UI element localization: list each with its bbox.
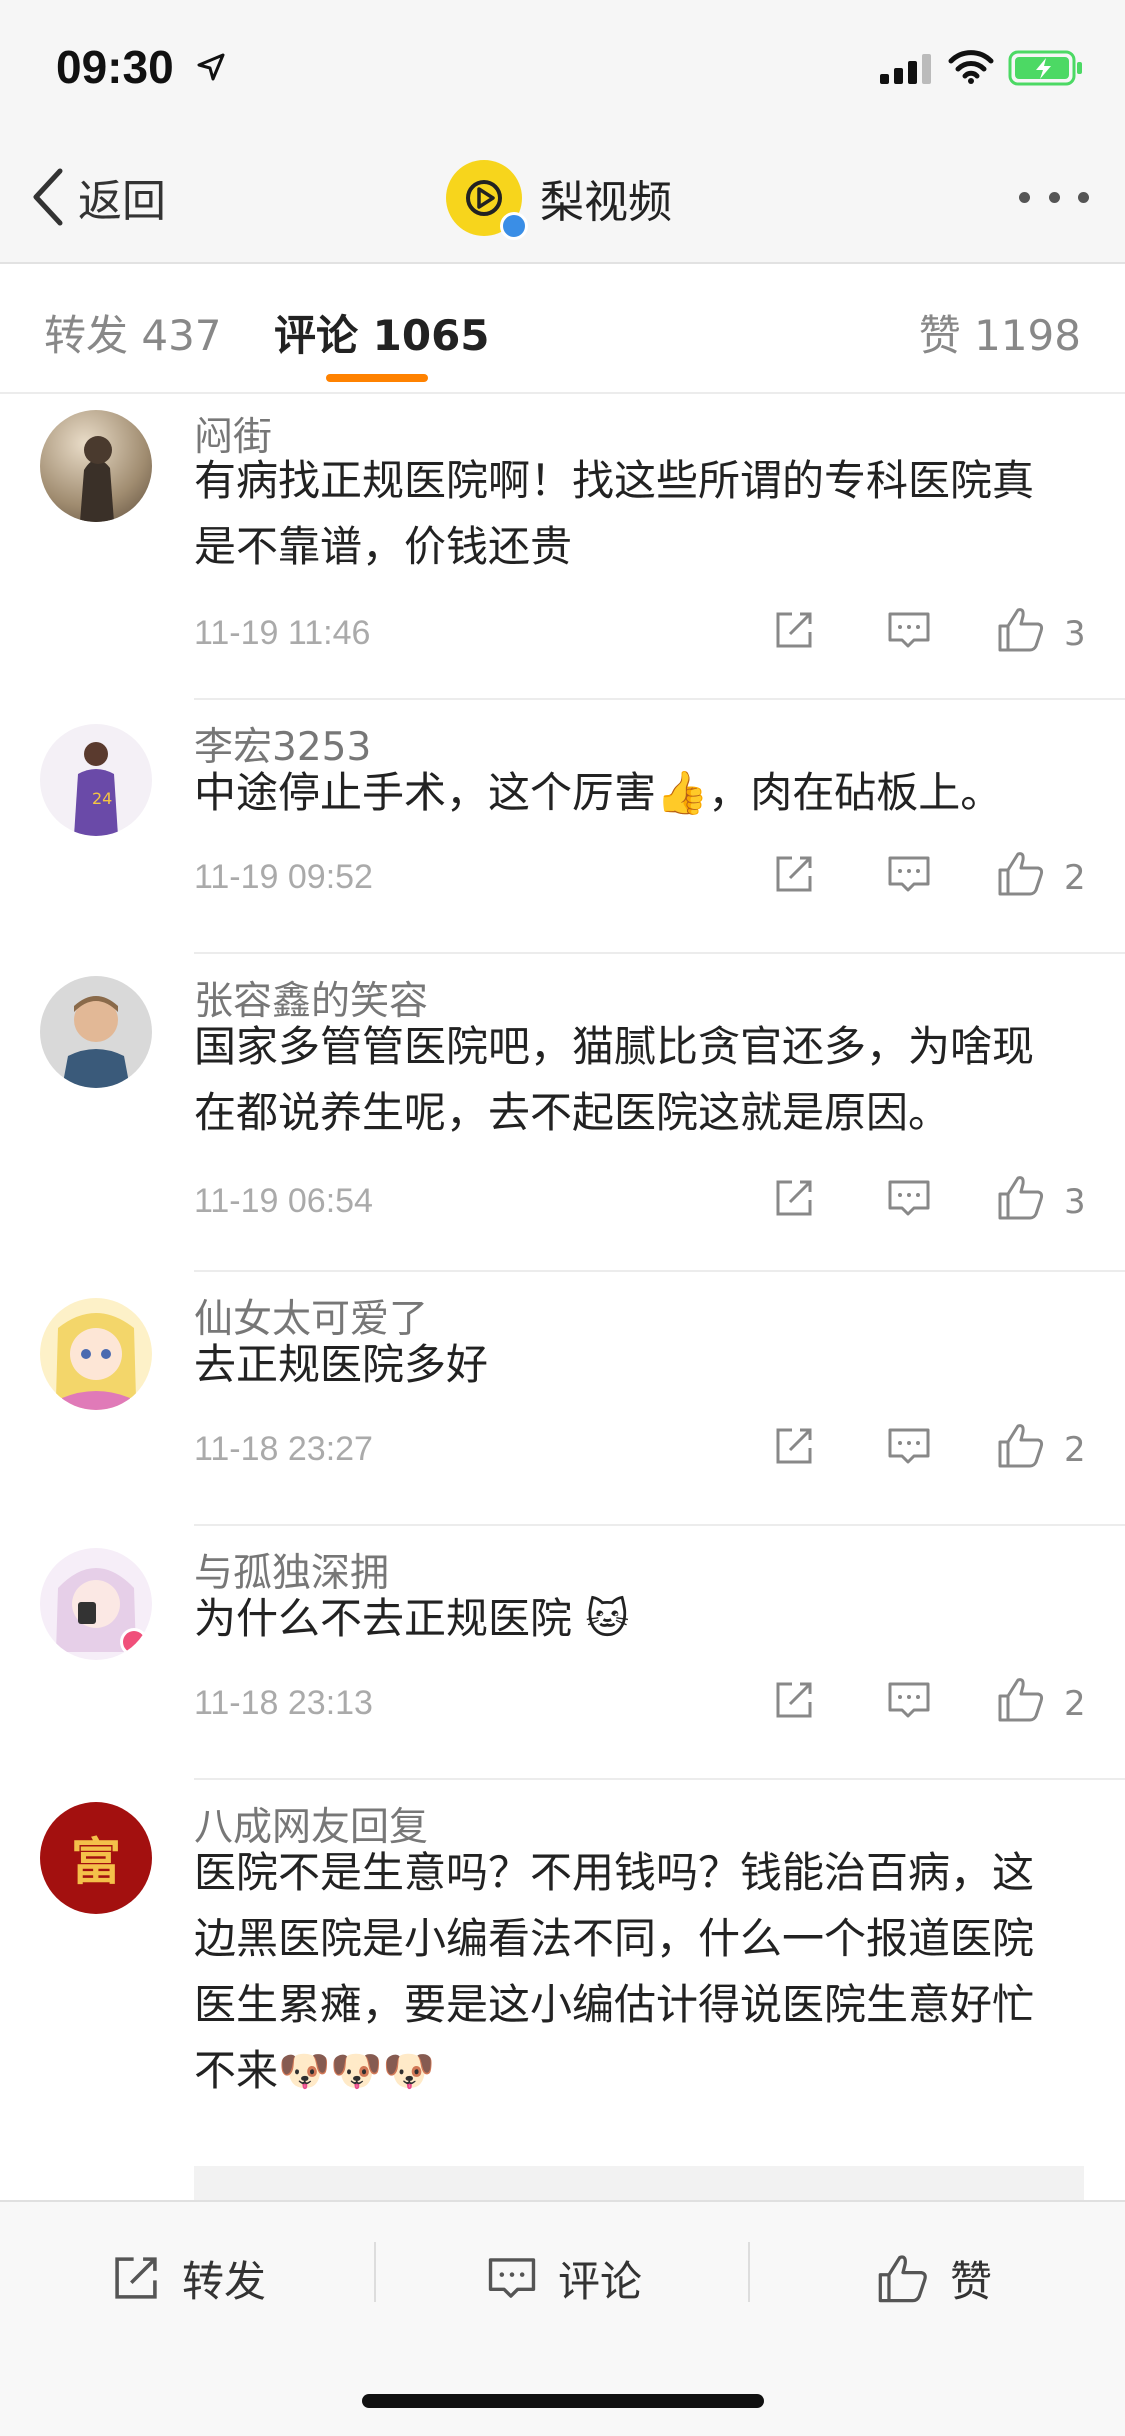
comment-text: 中途停止手术，这个厉害👍，肉在砧板上。: [194, 768, 1003, 817]
comment-icon[interactable]: [886, 608, 932, 652]
tab-like[interactable]: 赞 1198: [919, 302, 1081, 363]
svg-text:24: 24: [92, 789, 112, 808]
comment-time: 11-18 23:13: [194, 1684, 373, 1722]
like-label: 赞: [950, 2256, 993, 2306]
channel-avatar: [446, 160, 528, 240]
comment-icon[interactable]: [886, 1424, 932, 1468]
avatar[interactable]: 24: [40, 724, 152, 836]
repost-button[interactable]: 转发: [110, 2238, 266, 2318]
battery-charging-icon: [1008, 50, 1082, 86]
like-count: 2: [1064, 1684, 1086, 1724]
comment-icon: [488, 2258, 536, 2298]
comment-icon[interactable]: [886, 852, 932, 896]
comment-time: 11-19 11:46: [194, 614, 371, 652]
like-thumb-icon[interactable]: [996, 1674, 1046, 1724]
channel-title: 梨视频: [540, 177, 672, 228]
repost-icon: [115, 2257, 157, 2299]
comment-time: 11-19 06:54: [194, 1182, 373, 1220]
cellular-signal-icon: [880, 54, 931, 84]
comment-time: 11-19 09:52: [194, 858, 373, 896]
active-tab-indicator: [326, 374, 428, 382]
comment-icon[interactable]: [886, 1176, 932, 1220]
like-thumb-icon[interactable]: [996, 1420, 1046, 1470]
home-indicator[interactable]: [362, 2394, 764, 2408]
comment-icon[interactable]: [886, 1678, 932, 1722]
like-count: 3: [1064, 614, 1086, 654]
comment-time: 11-18 23:27: [194, 1430, 373, 1468]
divider: [194, 1778, 1125, 1780]
status-bar: 09:30: [0, 0, 1125, 132]
like-thumb-icon[interactable]: [996, 1172, 1046, 1222]
like-thumb-icon: [878, 2255, 927, 2303]
tab-comment[interactable]: 评论 1065: [274, 302, 490, 363]
back-label: 返回: [78, 176, 166, 227]
repost-icon[interactable]: [772, 1678, 816, 1722]
comment-text: 有病找正规医院啊！找这些所谓的专科医院真是不靠谱，价钱还贵: [194, 456, 1035, 571]
location-arrow-icon: [197, 53, 225, 81]
more-options-icon[interactable]: [1019, 182, 1089, 212]
tab-repost[interactable]: 转发 437: [44, 302, 222, 363]
avatar[interactable]: [40, 1298, 152, 1410]
comment-text: 国家多管管医院吧，猫腻比贪官还多，为啥现在都说养生呢，去不起医院这就是原因。: [194, 1022, 1035, 1137]
divider: [194, 1524, 1125, 1526]
avatar-character: 富: [71, 1832, 121, 1891]
channel-header[interactable]: 梨视频: [446, 158, 672, 240]
repost-icon[interactable]: [772, 1424, 816, 1468]
back-button[interactable]: 返回: [30, 162, 190, 232]
avatar[interactable]: [40, 1548, 152, 1660]
play-logo-icon: [466, 180, 502, 216]
verified-badge-icon: [500, 212, 528, 240]
divider: [194, 1270, 1125, 1272]
reply-preview-box[interactable]: [194, 2166, 1084, 2204]
like-button[interactable]: 赞: [876, 2238, 992, 2318]
wifi-icon: [948, 50, 994, 84]
comment-label: 评论: [558, 2256, 643, 2306]
avatar[interactable]: 富: [40, 1802, 152, 1914]
avatar[interactable]: [40, 976, 152, 1088]
status-time: 09:30: [56, 41, 174, 93]
divider: [194, 698, 1125, 700]
like-thumb-icon[interactable]: [996, 848, 1046, 898]
like-count: 3: [1064, 1182, 1086, 1222]
comment-text: 去正规医院多好: [194, 1340, 489, 1389]
separator: [374, 2242, 376, 2302]
nav-bar: 返回 梨视频: [0, 132, 1125, 264]
like-count: 2: [1064, 1430, 1086, 1470]
like-thumb-icon[interactable]: [996, 604, 1046, 654]
chevron-left-icon: [33, 168, 63, 226]
comment-text: 医院不是生意吗？不用钱吗？钱能治百病，这边黑医院是小编看法不同，什么一个报道医院…: [194, 1848, 1035, 2095]
comment-text: 为什么不去正规医院 🐱: [194, 1594, 630, 1643]
like-count: 2: [1064, 858, 1086, 898]
divider: [194, 952, 1125, 954]
separator: [748, 2242, 750, 2302]
tab-bar: 转发 437 评论 1065 赞 1198: [0, 266, 1125, 394]
repost-icon[interactable]: [772, 608, 816, 652]
comment-list[interactable]: 闷街 有病找正规医院啊！找这些所谓的专科医院真是不靠谱，价钱还贵 11-19 1…: [0, 396, 1125, 2204]
comment-button[interactable]: 评论: [486, 2238, 642, 2318]
repost-icon[interactable]: [772, 1176, 816, 1220]
avatar[interactable]: [40, 410, 152, 522]
repost-label: 转发: [182, 2256, 267, 2306]
repost-icon[interactable]: [772, 852, 816, 896]
